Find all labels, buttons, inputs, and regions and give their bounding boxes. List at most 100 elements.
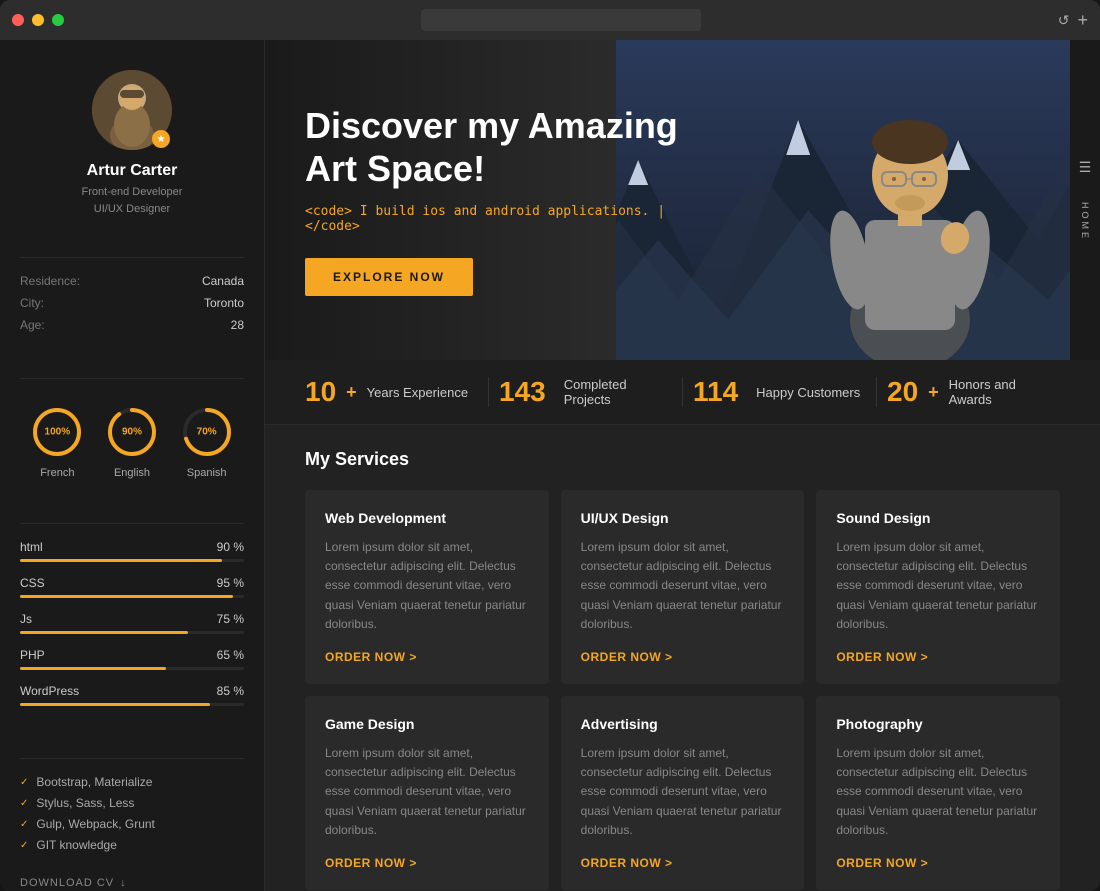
service-game-link[interactable]: ORDER NOW > <box>325 856 529 870</box>
info-section: Residence: Canada City: Toronto Age: 28 <box>20 274 244 340</box>
person-svg <box>810 60 1010 360</box>
service-sound-desc: Lorem ipsum dolor sit amet, consectetur … <box>836 538 1040 634</box>
english-percent: 90% <box>122 427 142 438</box>
refresh-icon[interactable]: ↺ <box>1058 12 1070 29</box>
stat-experience: 10 + Years Experience <box>305 376 478 408</box>
app-container: ★ Artur Carter Front-end Developer UI/UX… <box>0 40 1100 891</box>
checklist-item-2: ✓ Stylus, Sass, Less <box>20 796 244 810</box>
skill-php-name: PHP <box>20 648 45 662</box>
service-ux-desc: Lorem ipsum dolor sit amet, consectetur … <box>581 538 785 634</box>
home-label[interactable]: HOME <box>1080 202 1090 241</box>
stat-customers-number: 114 <box>693 376 738 408</box>
stat-honors: 20 + Honors and Awards <box>887 376 1060 408</box>
check-icon-2: ✓ <box>20 798 28 809</box>
service-sound-link[interactable]: ORDER NOW > <box>836 650 1040 664</box>
spanish-circle: 70% <box>180 405 234 459</box>
tech-checklist: ✓ Bootstrap, Materialize ✓ Stylus, Sass,… <box>20 775 244 859</box>
browser-bar: bslthemes.com ↺ + <box>0 0 1100 40</box>
lang-circles: 100% French 90% English <box>20 405 244 479</box>
service-ad-name: Advertising <box>581 716 785 732</box>
service-web-link[interactable]: ORDER NOW > <box>325 650 529 664</box>
service-photo-desc: Lorem ipsum dolor sit amet, consectetur … <box>836 744 1040 840</box>
divider-1 <box>20 257 244 258</box>
profile-name: Artur Carter <box>87 162 178 180</box>
divider-2 <box>20 378 244 379</box>
skill-wp-name: WordPress <box>20 684 79 698</box>
skill-css: CSS 95 % <box>20 576 244 598</box>
close-button[interactable] <box>12 14 24 26</box>
download-cv-button[interactable]: DOWNLOAD CV ↓ <box>20 877 244 889</box>
profile-title: Front-end Developer UI/UX Designer <box>82 184 183 217</box>
skill-html-name: html <box>20 540 43 554</box>
check-icon-1: ✓ <box>20 777 28 788</box>
skill-js-name: Js <box>20 612 32 626</box>
stat-divider-1 <box>488 377 489 407</box>
hero-text-block: Discover my Amazing Art Space! <code> I … <box>305 104 725 296</box>
lang-english: 90% English <box>105 405 159 479</box>
avatar-wrapper: ★ <box>92 70 172 150</box>
residence-value: Canada <box>202 274 244 288</box>
skills-section: html 90 % CSS 95 % Js 75 % <box>20 540 244 720</box>
explore-button[interactable]: EXPLORE NOW <box>305 258 473 296</box>
stat-projects: 143 Completed Projects <box>499 376 672 408</box>
check-icon-4: ✓ <box>20 840 28 851</box>
minimize-button[interactable] <box>32 14 44 26</box>
lang-french: 100% French <box>30 405 84 479</box>
stat-experience-plus: + <box>346 382 357 403</box>
download-icon: ↓ <box>120 877 127 889</box>
service-photo-name: Photography <box>836 716 1040 732</box>
new-tab-button[interactable]: + <box>1077 10 1088 31</box>
info-residence: Residence: Canada <box>20 274 244 288</box>
skill-js: Js 75 % <box>20 612 244 634</box>
spanish-label: Spanish <box>187 467 227 479</box>
sidebar: ★ Artur Carter Front-end Developer UI/UX… <box>0 40 265 891</box>
skill-css-pct: 95 % <box>217 576 244 590</box>
checklist-item-4: ✓ GIT knowledge <box>20 838 244 852</box>
stat-customers: 114 Happy Customers <box>693 376 866 408</box>
service-web-name: Web Development <box>325 510 529 526</box>
french-label: French <box>40 467 74 479</box>
french-percent: 100% <box>45 427 71 438</box>
age-label: Age: <box>20 318 45 332</box>
skill-wordpress: WordPress 85 % <box>20 684 244 706</box>
hero-section: Discover my Amazing Art Space! <code> I … <box>265 40 1100 360</box>
service-card-ux: UI/UX Design Lorem ipsum dolor sit amet,… <box>561 490 805 684</box>
service-web-desc: Lorem ipsum dolor sit amet, consectetur … <box>325 538 529 634</box>
service-ad-desc: Lorem ipsum dolor sit amet, consectetur … <box>581 744 785 840</box>
service-card-game: Game Design Lorem ipsum dolor sit amet, … <box>305 696 549 890</box>
french-circle: 100% <box>30 405 84 459</box>
services-grid: Web Development Lorem ipsum dolor sit am… <box>305 490 1060 890</box>
lang-spanish: 70% Spanish <box>180 405 234 479</box>
hero-person-area <box>810 60 1010 360</box>
service-card-advertising: Advertising Lorem ipsum dolor sit amet, … <box>561 696 805 890</box>
service-card-web: Web Development Lorem ipsum dolor sit am… <box>305 490 549 684</box>
browser-window: bslthemes.com ↺ + <box>0 0 1100 891</box>
stat-divider-3 <box>876 377 877 407</box>
service-ad-link[interactable]: ORDER NOW > <box>581 856 785 870</box>
service-game-desc: Lorem ipsum dolor sit amet, consectetur … <box>325 744 529 840</box>
english-circle: 90% <box>105 405 159 459</box>
url-input[interactable]: bslthemes.com <box>421 9 701 31</box>
english-label: English <box>114 467 150 479</box>
services-section: My Services Web Development Lorem ipsum … <box>265 425 1100 891</box>
avatar-badge: ★ <box>152 130 170 148</box>
service-ux-link[interactable]: ORDER NOW > <box>581 650 785 664</box>
skill-html: html 90 % <box>20 540 244 562</box>
maximize-button[interactable] <box>52 14 64 26</box>
residence-label: Residence: <box>20 274 80 288</box>
info-city: City: Toronto <box>20 296 244 310</box>
services-title: My Services <box>305 449 1060 470</box>
stat-experience-label: Years Experience <box>367 385 468 400</box>
divider-3 <box>20 523 244 524</box>
languages-section: 100% French 90% English <box>20 395 244 485</box>
skill-html-pct: 90 % <box>217 540 244 554</box>
browser-url-bar: bslthemes.com <box>72 9 1050 31</box>
service-sound-name: Sound Design <box>836 510 1040 526</box>
service-card-sound: Sound Design Lorem ipsum dolor sit amet,… <box>816 490 1060 684</box>
stat-divider-2 <box>682 377 683 407</box>
service-photo-link[interactable]: ORDER NOW > <box>836 856 1040 870</box>
info-age: Age: 28 <box>20 318 244 332</box>
skill-wp-pct: 85 % <box>217 684 244 698</box>
menu-icon[interactable]: ☰ <box>1079 159 1092 176</box>
profile-section: ★ Artur Carter Front-end Developer UI/UX… <box>20 70 244 217</box>
